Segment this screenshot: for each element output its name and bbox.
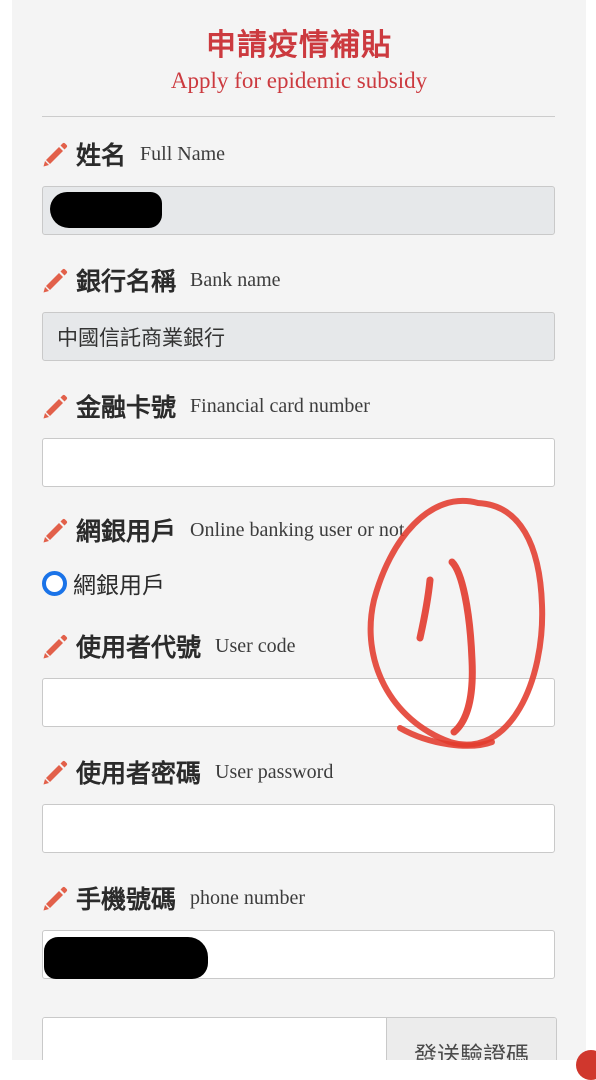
user-code-label: 使用者代號 User code — [42, 628, 296, 664]
redacted-phone — [44, 937, 208, 979]
bank-name-field[interactable] — [42, 312, 555, 361]
online-banking-label-en: Online banking user or not — [190, 518, 405, 541]
pencil-icon — [43, 760, 68, 785]
corner-badge-icon — [576, 1050, 596, 1080]
radio-selected-icon[interactable] — [42, 570, 67, 596]
card-number-label-zh: 金融卡號 — [76, 393, 177, 422]
pencil-icon — [43, 394, 68, 419]
phone-number-label-en: phone number — [190, 886, 305, 909]
full-name-label: 姓名 Full Name — [42, 136, 225, 172]
phone-number-label-zh: 手機號碼 — [76, 885, 177, 914]
user-code-field[interactable] — [42, 678, 555, 727]
phone-number-label: 手機號碼 phone number — [42, 880, 305, 916]
redacted-name — [50, 192, 162, 228]
user-password-field[interactable] — [42, 804, 555, 853]
page-subtitle: Apply for epidemic subsidy — [170, 68, 428, 93]
online-banking-option[interactable]: 網銀用戶 — [42, 566, 165, 600]
page-title: 申請疫情補貼 — [206, 28, 392, 63]
send-verification-button[interactable]: 發送驗證碼 — [386, 1018, 556, 1060]
user-code-label-zh: 使用者代號 — [76, 633, 202, 662]
bank-name-label: 銀行名稱 Bank name — [42, 262, 281, 298]
card-number-label: 金融卡號 Financial card number — [42, 388, 370, 424]
user-code-label-en: User code — [215, 634, 296, 657]
verification-code-field[interactable] — [43, 1018, 386, 1060]
header-divider — [42, 116, 555, 117]
subsidy-form-card: 申請疫情補貼 Apply for epidemic subsidy 姓名 Ful… — [12, 0, 586, 1060]
pencil-icon — [43, 518, 68, 543]
pencil-icon — [43, 142, 68, 167]
pencil-icon — [43, 634, 68, 659]
online-banking-label: 網銀用戶 Online banking user or not — [42, 512, 404, 548]
verification-code-group: 發送驗證碼 — [42, 1017, 557, 1060]
card-number-label-en: Financial card number — [190, 394, 370, 417]
user-password-label-zh: 使用者密碼 — [76, 759, 202, 788]
online-banking-option-label: 網銀用戶 — [73, 573, 165, 599]
pencil-icon — [43, 886, 68, 911]
full-name-label-en: Full Name — [140, 142, 226, 165]
full-name-label-zh: 姓名 — [76, 141, 127, 170]
pencil-icon — [43, 268, 68, 293]
bank-name-label-en: Bank name — [190, 268, 281, 291]
user-password-label-en: User password — [215, 760, 334, 783]
bank-name-label-zh: 銀行名稱 — [76, 267, 177, 296]
online-banking-label-zh: 網銀用戶 — [76, 517, 177, 546]
card-number-field[interactable] — [42, 438, 555, 487]
user-password-label: 使用者密碼 User password — [42, 754, 333, 790]
